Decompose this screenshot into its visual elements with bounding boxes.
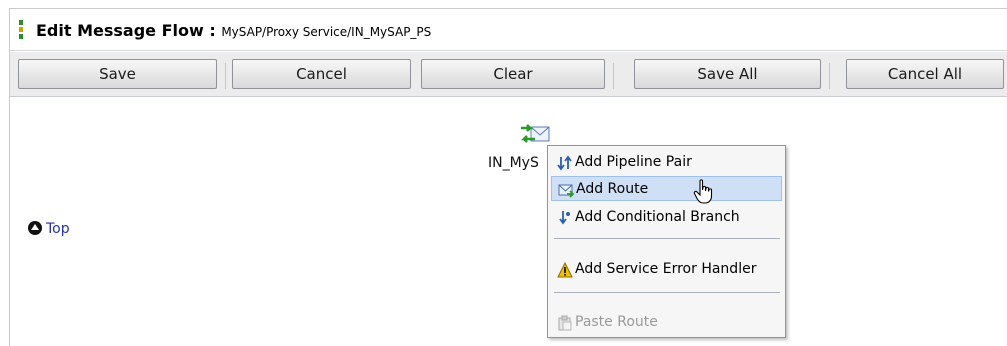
toolbar-divider — [225, 63, 226, 89]
warning-icon — [557, 262, 573, 278]
menu-item-add-route[interactable]: Add Route — [551, 176, 782, 201]
node-label[interactable]: IN_MyS — [488, 155, 539, 171]
page-title: Edit Message Flow : MySAP/Proxy Service/… — [36, 21, 431, 40]
menu-item-label: Add Service Error Handler — [575, 261, 757, 277]
clear-button[interactable]: Clear — [421, 59, 605, 89]
menu-item-add-service-error-handler[interactable]: Add Service Error Handler — [551, 257, 782, 282]
top-link[interactable]: Top — [28, 221, 70, 237]
menu-item-add-pipeline-pair[interactable]: Add Pipeline Pair — [551, 150, 782, 175]
context-menu: Add Pipeline Pair Add Route Add Conditio… — [547, 145, 786, 338]
save-all-button[interactable]: Save All — [634, 59, 821, 89]
menu-separator — [554, 238, 780, 239]
title-separator: : — [203, 21, 222, 40]
cancel-all-button[interactable]: Cancel All — [846, 59, 1004, 89]
menu-separator — [554, 292, 780, 293]
toolbar-divider — [829, 63, 830, 89]
message-flow-icon — [19, 20, 23, 39]
conditional-branch-icon — [559, 211, 570, 225]
cancel-button[interactable]: Cancel — [232, 59, 411, 89]
route-icon — [558, 184, 574, 198]
menu-item-label: Add Pipeline Pair — [575, 154, 692, 170]
menu-item-label: Add Conditional Branch — [575, 209, 740, 225]
up-arrow-icon — [28, 221, 42, 235]
menu-item-label: Paste Route — [575, 314, 658, 330]
pipeline-pair-icon — [557, 155, 572, 171]
menu-item-label: Add Route — [576, 181, 649, 197]
save-button[interactable]: Save — [18, 59, 217, 89]
paste-icon — [558, 315, 572, 331]
page-title-text: Edit Message Flow — [36, 21, 204, 40]
service-path: MySAP/Proxy Service/IN_MySAP_PS — [221, 25, 432, 39]
hand-cursor-icon — [693, 179, 713, 204]
toolbar-divider — [613, 63, 614, 89]
menu-item-paste-route[interactable]: Paste Route — [551, 310, 782, 335]
menu-item-add-conditional-branch[interactable]: Add Conditional Branch — [551, 205, 782, 230]
top-link-label: Top — [46, 221, 70, 237]
